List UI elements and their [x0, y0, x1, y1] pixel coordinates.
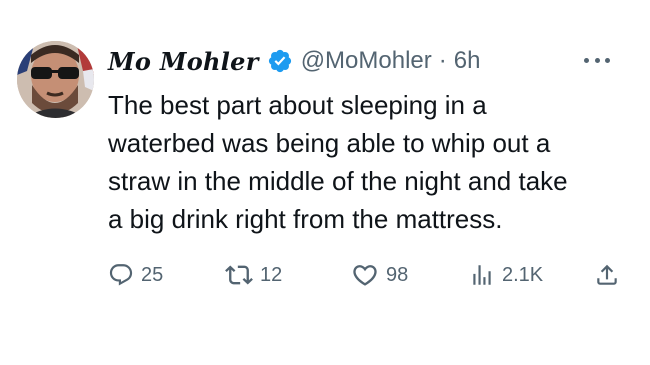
- tweet-header: Mo Mohler @MoMohler · 6h: [108, 43, 480, 79]
- avatar-image: [17, 41, 94, 118]
- share-button[interactable]: [594, 257, 620, 293]
- tweet-card[interactable]: Mo Mohler @MoMohler · 6h The best part a…: [0, 0, 650, 365]
- reply-count: 25: [141, 263, 164, 286]
- tweet-actions: 25 12 98 2.1K: [108, 257, 628, 293]
- retweet-icon: [225, 265, 253, 285]
- more-dot: [594, 57, 600, 63]
- more-dot: [584, 57, 589, 63]
- like-count: 98: [386, 263, 409, 286]
- tweet-text: The best part about sleeping in a waterb…: [108, 86, 638, 238]
- display-name[interactable]: Mo Mohler: [108, 47, 259, 76]
- views-count: 2.1K: [502, 263, 544, 286]
- reply-icon: [109, 264, 133, 286]
- heart-icon: [353, 265, 377, 286]
- views-button[interactable]: 2.1K: [469, 257, 543, 293]
- retweet-button[interactable]: 12: [225, 257, 282, 293]
- tweet-timestamp[interactable]: 6h: [454, 47, 481, 75]
- more-dot: [605, 57, 610, 63]
- retweet-count: 12: [260, 263, 283, 286]
- separator-dot: ·: [438, 47, 447, 74]
- tweet-text-line: straw in the middle of the night and tak…: [108, 166, 568, 196]
- like-button[interactable]: 98: [351, 257, 408, 293]
- user-handle[interactable]: @MoMohler: [301, 47, 432, 75]
- tweet-text-line: The best part about sleeping in a: [108, 90, 487, 120]
- share-icon: [597, 264, 617, 285]
- tweet-text-line: waterbed was being able to whip out a: [108, 128, 551, 158]
- tweet-text-line: a big drink right from the mattress.: [108, 204, 503, 234]
- verified-badge-icon: [268, 49, 291, 73]
- avatar[interactable]: [17, 41, 94, 118]
- more-options-icon[interactable]: [584, 53, 610, 67]
- views-icon: [473, 265, 491, 285]
- reply-button[interactable]: 25: [108, 257, 163, 293]
